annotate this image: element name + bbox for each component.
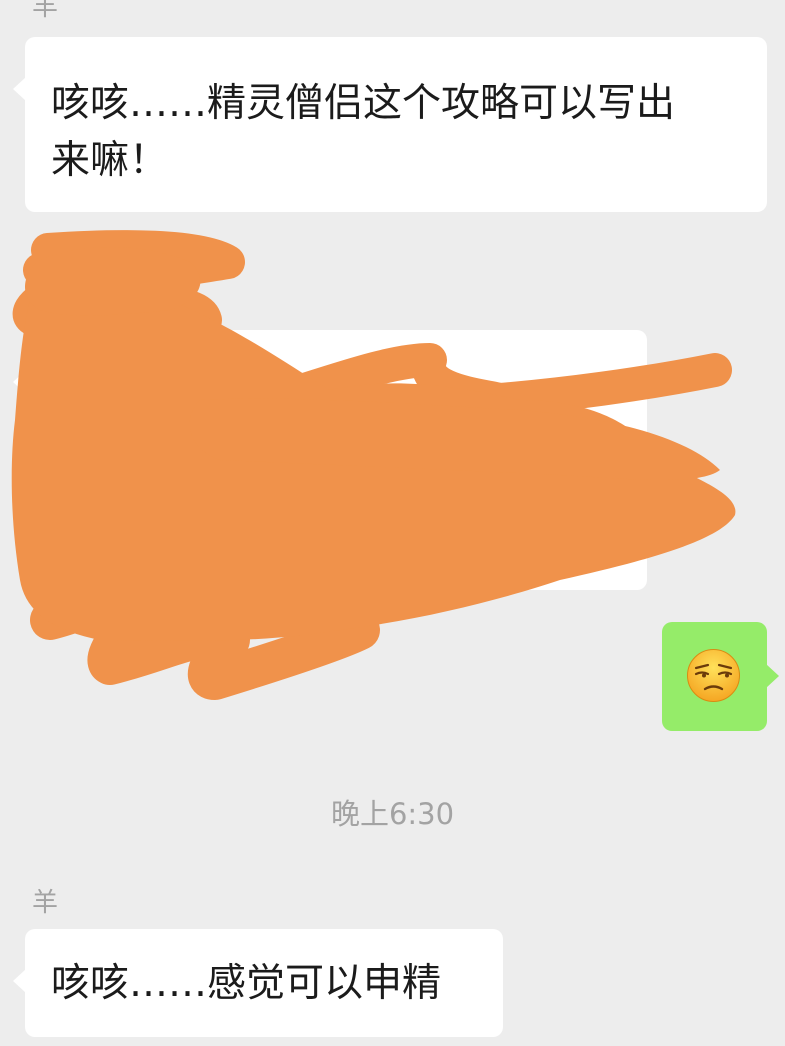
unamused-face-icon <box>687 649 740 702</box>
sender-name: 羊 <box>32 888 59 918</box>
message-text: 咳咳……感觉可以申精 <box>51 961 442 1006</box>
message-bubble[interactable]: 咳咳……感觉可以申精 <box>13 929 503 1037</box>
chat-view: 羊 咳咳……精灵僧侣这个攻略可以写出 来嘛！ 晚上6:30 羊 咳咳……感觉可以… <box>0 0 785 1046</box>
message-bubble[interactable]: 咳咳……精灵僧侣这个攻略可以写出 来嘛！ <box>13 37 767 212</box>
message-text: 咳咳……精灵僧侣这个攻略可以写出 来嘛！ <box>51 81 676 183</box>
outgoing-message-bubble[interactable] <box>662 622 779 731</box>
redacted-message-bubble[interactable] <box>13 330 647 590</box>
timestamp-divider: 晚上6:30 <box>330 797 455 831</box>
sender-name: 羊 <box>32 0 59 22</box>
